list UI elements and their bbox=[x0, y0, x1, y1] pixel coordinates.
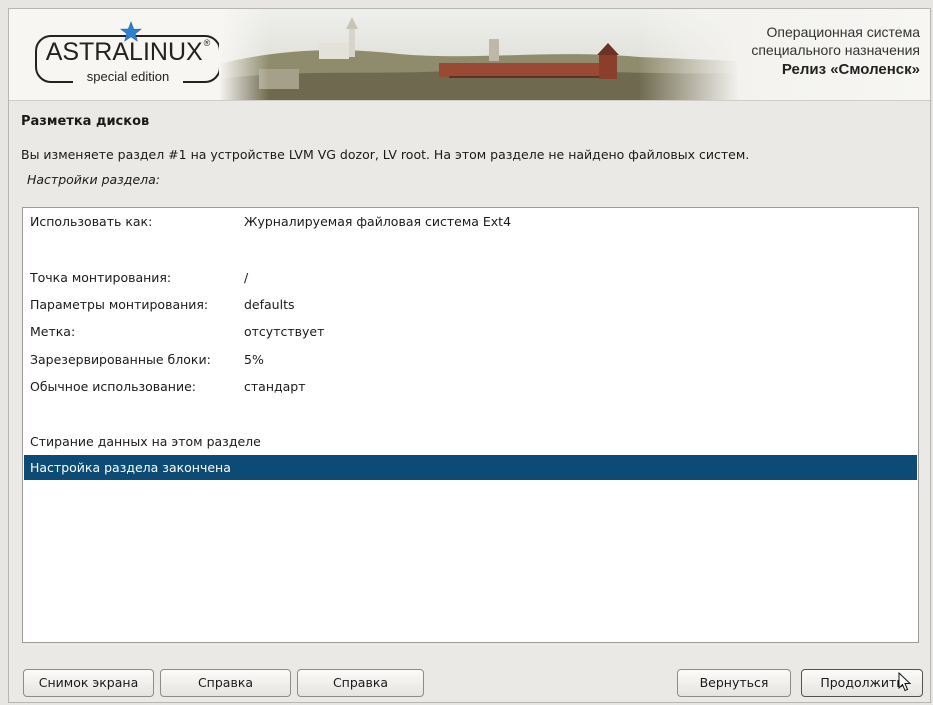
setting-label: Зарезервированные блоки: bbox=[30, 352, 211, 367]
action-label: Настройка раздела закончена bbox=[30, 460, 231, 475]
help-button-2[interactable]: Справка bbox=[297, 669, 424, 697]
partition-settings-list[interactable]: Использовать как: Журналируемая файловая… bbox=[22, 207, 919, 643]
action-label: Стирание данных на этом разделе bbox=[30, 434, 261, 449]
back-button[interactable]: Вернуться bbox=[677, 669, 791, 697]
setting-value: 5% bbox=[244, 352, 264, 367]
screenshot-button[interactable]: Снимок экрана bbox=[23, 669, 154, 697]
list-item-reserved-blocks[interactable]: Зарезервированные блоки: 5% bbox=[24, 347, 917, 372]
list-item-use-as[interactable]: Использовать как: Журналируемая файловая… bbox=[24, 209, 917, 234]
tagline-line-1: Операционная система bbox=[766, 24, 920, 40]
tagline-line-2: специального назначения bbox=[751, 42, 920, 58]
list-item-typical-usage[interactable]: Обычное использование: стандарт bbox=[24, 374, 917, 399]
logo-wordmark: ASTRALINUX® bbox=[45, 38, 211, 66]
astralinux-logo: ASTRALINUX® special edition bbox=[35, 21, 221, 87]
mouse-pointer-icon bbox=[898, 672, 912, 692]
help-button[interactable]: Справка bbox=[160, 669, 291, 697]
logo-subtitle: special edition bbox=[73, 69, 183, 84]
setting-label: Параметры монтирования: bbox=[30, 297, 209, 312]
header-banner: ASTRALINUX® special edition Операционная… bbox=[9, 9, 930, 101]
installer-window: ASTRALINUX® special edition Операционная… bbox=[8, 8, 931, 703]
setting-label: Точка монтирования: bbox=[30, 270, 172, 285]
setting-value: отсутствует bbox=[244, 324, 325, 339]
setting-value: Журналируемая файловая система Ext4 bbox=[244, 214, 512, 229]
release-tagline: Операционная система специального назнач… bbox=[751, 23, 920, 81]
page-title: Разметка дисков bbox=[21, 114, 150, 129]
setting-label: Обычное использование: bbox=[30, 379, 196, 394]
release-name: Релиз «Смоленск» bbox=[781, 61, 920, 78]
list-item-erase-data[interactable]: Стирание данных на этом разделе bbox=[24, 429, 917, 454]
list-item-done-setting-up[interactable]: Настройка раздела закончена bbox=[24, 455, 917, 480]
page-description: Вы изменяете раздел #1 на устройстве LVM… bbox=[21, 147, 750, 162]
smolensk-city-image bbox=[219, 9, 739, 100]
setting-value: defaults bbox=[244, 297, 295, 312]
list-item-label[interactable]: Метка: отсутствует bbox=[24, 319, 917, 344]
setting-value: / bbox=[244, 270, 249, 285]
list-item-mount-options[interactable]: Параметры монтирования: defaults bbox=[24, 292, 917, 317]
list-item-mount-point[interactable]: Точка монтирования: / bbox=[24, 265, 917, 290]
setting-value: стандарт bbox=[244, 379, 306, 394]
setting-label: Метка: bbox=[30, 324, 76, 339]
settings-subheading: Настройки раздела: bbox=[27, 172, 161, 187]
setting-label: Использовать как: bbox=[30, 214, 153, 229]
